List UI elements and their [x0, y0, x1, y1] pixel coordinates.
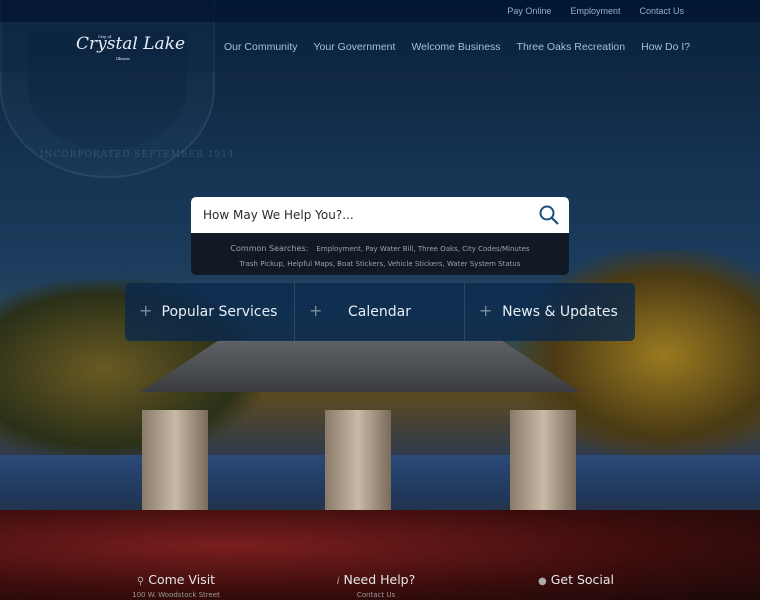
tile-label: Popular Services	[161, 304, 278, 320]
footer-title: Come Visit	[148, 572, 216, 587]
plus-icon: +	[139, 301, 153, 320]
info-icon: i	[336, 576, 340, 587]
tile-news-updates[interactable]: + News & Updates	[465, 283, 635, 341]
gazebo-pillar	[325, 410, 391, 510]
seal-text: INCORPORATED SEPTEMBER 1914	[40, 150, 235, 160]
tile-label: Calendar	[348, 304, 411, 320]
link-employment[interactable]: Employment	[570, 6, 620, 16]
link-contact-us[interactable]: Contact Us	[639, 6, 684, 16]
utility-bar: Pay Online Employment Contact Us	[0, 0, 760, 22]
nav-your-government[interactable]: Your Government	[314, 41, 396, 53]
quick-tiles: + Popular Services + Calendar + News & Upda…	[125, 283, 635, 341]
common-search-link[interactable]: Trash Pickup	[240, 260, 283, 268]
tile-label: News & Updates	[502, 304, 618, 320]
common-search-link[interactable]: Pay Water Bill	[365, 245, 413, 253]
footer-need-help: i Need Help? Contact Us	[276, 572, 476, 599]
logo[interactable]: City of Crystal Lake Illinois	[76, 34, 196, 61]
nav-welcome-business[interactable]: Welcome Business	[411, 41, 500, 53]
common-search-link[interactable]: Vehicle Stickers	[388, 260, 443, 268]
map-pin-icon: ⚲	[136, 576, 145, 587]
common-search-link[interactable]: Three Oaks	[418, 245, 458, 253]
footer-get-social: ● Get Social	[476, 572, 676, 587]
logo-prefix: City of	[98, 34, 112, 39]
tile-calendar[interactable]: + Calendar	[295, 283, 465, 341]
search-input[interactable]	[203, 208, 523, 222]
common-search-link[interactable]: City Codes/Minutes	[462, 245, 529, 253]
footer-contact-link[interactable]: Contact Us	[357, 591, 395, 599]
search-box	[191, 197, 569, 233]
common-search-link[interactable]: Helpful Maps	[287, 260, 332, 268]
footer-come-visit: ⚲ Come Visit 100 W. Woodstock Street	[76, 572, 276, 599]
gazebo-pillar	[510, 410, 576, 510]
logo-state: Illinois	[116, 56, 130, 61]
footer-address: 100 W. Woodstock Street	[132, 591, 220, 599]
nav-three-oaks[interactable]: Three Oaks Recreation	[517, 41, 626, 53]
footer-title: Need Help?	[343, 572, 416, 587]
nav-how-do-i[interactable]: How Do I?	[641, 41, 690, 53]
common-searches: Common Searches: Employment, Pay Water B…	[191, 233, 569, 275]
plus-icon: +	[309, 301, 323, 320]
tile-popular-services[interactable]: + Popular Services	[125, 283, 295, 341]
common-search-link[interactable]: Employment	[317, 245, 361, 253]
common-search-link[interactable]: Boat Stickers	[337, 260, 383, 268]
chat-icon: ●	[537, 576, 547, 587]
common-search-link[interactable]: Water System Status	[447, 260, 521, 268]
main-nav: Our Community Your Government Welcome Bu…	[224, 41, 694, 53]
plus-icon: +	[479, 301, 493, 320]
footer-title: Get Social	[550, 572, 615, 587]
gazebo-pillar	[142, 410, 208, 510]
logo-name: Crystal Lake	[76, 34, 186, 54]
link-pay-online[interactable]: Pay Online	[507, 6, 551, 16]
nav-our-community[interactable]: Our Community	[224, 41, 298, 53]
common-searches-label: Common Searches:	[230, 244, 309, 253]
search-icon[interactable]	[539, 205, 559, 225]
